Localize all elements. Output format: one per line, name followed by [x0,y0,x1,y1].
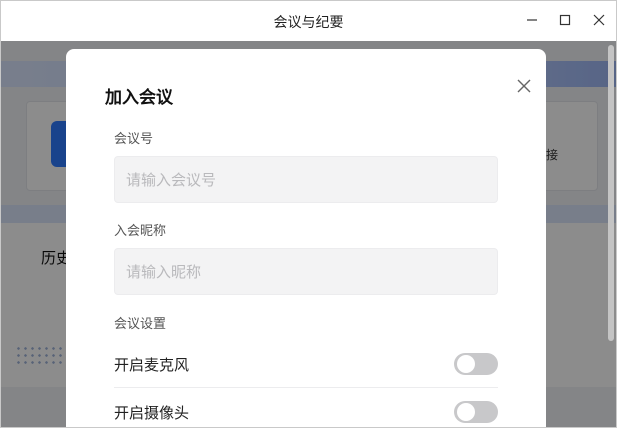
scrollbar[interactable] [608,45,614,341]
maximize-button[interactable] [553,9,577,31]
nickname-input[interactable] [114,248,498,295]
close-window-button[interactable] [587,9,611,31]
camera-setting-row: 开启摄像头 [114,389,498,427]
camera-toggle[interactable] [454,401,498,423]
nickname-label: 入会昵称 [114,224,167,239]
maximize-icon [559,14,571,26]
close-icon [593,14,605,26]
dialog-close-button[interactable] [515,77,533,95]
toggle-knob [457,403,475,421]
microphone-label: 开启麦克风 [114,356,190,374]
meeting-number-input[interactable] [114,156,498,203]
dialog-title: 加入会议 [105,88,173,108]
meeting-number-label: 会议号 [114,132,154,147]
minimize-icon [527,19,537,21]
close-icon [517,79,531,93]
meeting-settings-label: 会议设置 [114,317,167,332]
microphone-toggle[interactable] [454,353,498,375]
camera-label: 开启摄像头 [114,404,190,422]
toggle-knob [457,355,475,373]
microphone-setting-row: 开启麦克风 [114,341,498,388]
app-window: 会议与纪要 历史 接 加入会议 会议号 请输入会议号 入会昵称 请输入昵称 会议… [0,0,617,428]
title-bar: 会议与纪要 [1,1,616,41]
join-meeting-dialog: 加入会议 会议号 入会昵称 会议设置 开启麦克风 开启摄像头 [66,49,546,427]
minimize-button[interactable] [520,9,544,31]
